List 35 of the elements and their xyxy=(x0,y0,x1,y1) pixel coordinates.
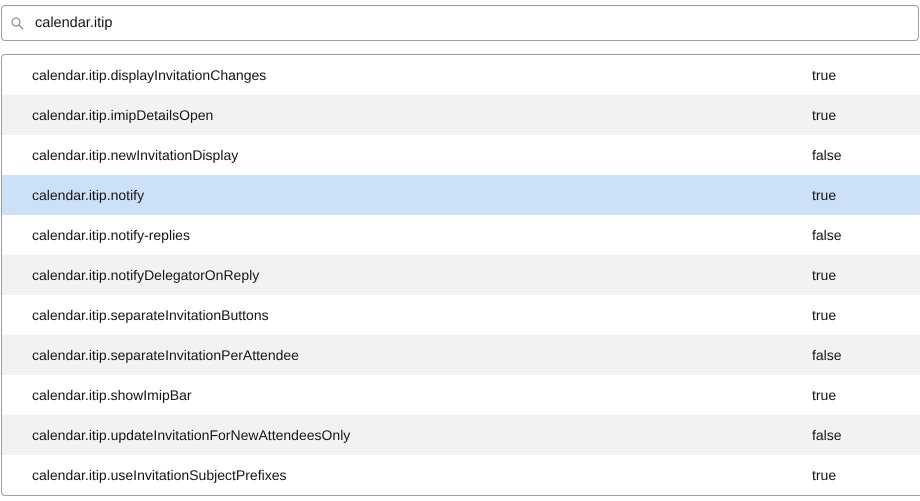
preference-name: calendar.itip.separateInvitationButtons xyxy=(31,307,270,323)
preference-value: true xyxy=(812,467,836,483)
preference-row[interactable]: calendar.itip.notifyDelegatorOnReply true xyxy=(2,255,920,295)
search-icon xyxy=(11,17,24,30)
preference-row[interactable]: calendar.itip.newInvitationDisplay false xyxy=(2,135,920,175)
preference-name: calendar.itip.notify xyxy=(31,187,146,203)
preference-value: true xyxy=(812,107,836,123)
search-field[interactable]: calendar.itip xyxy=(1,5,919,41)
preference-row[interactable]: calendar.itip.imipDetailsOpen true xyxy=(2,95,920,135)
preference-name: calendar.itip.newInvitationDisplay xyxy=(31,147,240,163)
preference-row[interactable]: calendar.itip.separateInvitationPerAttendee false xyxy=(2,335,920,375)
preference-name: calendar.itip.updateInvitationForNewAttendeesOnly xyxy=(31,427,352,443)
preference-name: calendar.itip.separateInvitationPerAttendee xyxy=(31,347,300,363)
preference-value: true xyxy=(812,67,836,83)
preference-value: true xyxy=(812,307,836,323)
preference-row[interactable]: calendar.itip.showImipBar true xyxy=(2,375,920,415)
preference-name: calendar.itip.showImipBar xyxy=(31,387,193,403)
preference-value: true xyxy=(812,267,836,283)
preference-row[interactable]: calendar.itip.notify true xyxy=(2,175,920,215)
preference-row[interactable]: calendar.itip.displayInvitationChanges true xyxy=(2,55,920,95)
preference-value: true xyxy=(812,387,836,403)
preference-name: calendar.itip.displayInvitationChanges xyxy=(31,67,268,83)
preference-value: true xyxy=(812,187,836,203)
preference-value: false xyxy=(812,347,842,363)
preference-row[interactable]: calendar.itip.useInvitationSubjectPrefixes true xyxy=(2,455,920,495)
preference-row[interactable]: calendar.itip.notify-replies false xyxy=(2,215,920,255)
preference-name: calendar.itip.useInvitationSubjectPrefixes xyxy=(31,467,288,483)
preference-name: calendar.itip.imipDetailsOpen xyxy=(31,107,214,123)
preference-value: false xyxy=(812,147,842,163)
preference-name: calendar.itip.notify-replies xyxy=(31,227,191,243)
preference-value: false xyxy=(812,227,842,243)
preference-name: calendar.itip.notifyDelegatorOnReply xyxy=(31,267,260,283)
preference-row[interactable]: calendar.itip.separateInvitationButtons true xyxy=(2,295,920,335)
preference-row[interactable]: calendar.itip.updateInvitationForNewAttendeesOnly false xyxy=(2,415,920,455)
preference-value: false xyxy=(812,427,842,443)
